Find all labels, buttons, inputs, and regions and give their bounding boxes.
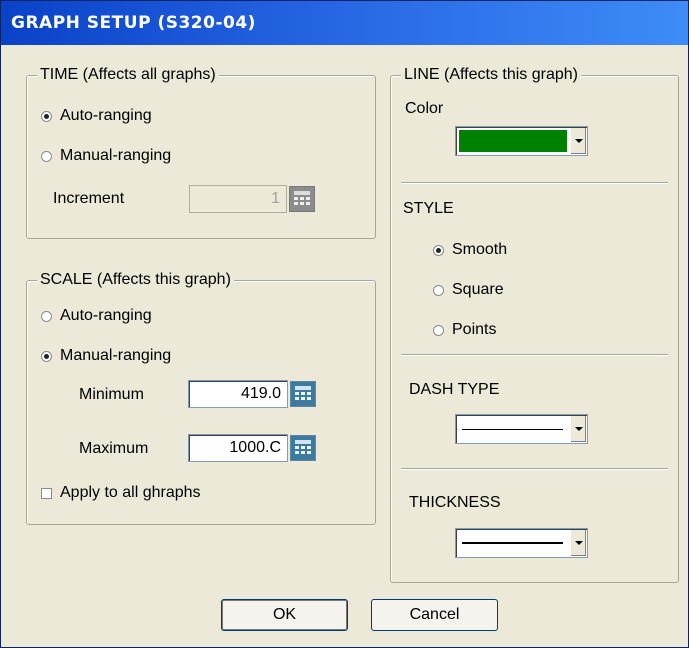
radio-button[interactable] [41, 310, 52, 322]
color-dropdown[interactable] [455, 126, 588, 156]
style-points-radio[interactable]: Points [433, 321, 496, 339]
title-bar[interactable]: GRAPH SETUP (S320-04) [1, 1, 688, 45]
time-auto-radio[interactable]: Auto-ranging [41, 107, 152, 125]
divider [401, 354, 668, 356]
line-group: LINE (Affects this graph) Color STYLE Sm… [390, 66, 679, 583]
time-manual-radio[interactable]: Manual-ranging [41, 147, 171, 165]
ok-button[interactable]: OK [221, 599, 348, 631]
calculator-icon [295, 440, 311, 454]
dash-type-dropdown[interactable] [455, 414, 588, 444]
scale-auto-label: Auto-ranging [60, 307, 152, 324]
increment-label: Increment [53, 190, 125, 207]
maximum-label: Maximum [79, 440, 149, 457]
maximum-calculator-button[interactable] [290, 435, 316, 461]
calculator-icon [295, 386, 311, 400]
increment-field[interactable]: 1 [189, 185, 287, 213]
time-auto-label: Auto-ranging [60, 107, 152, 124]
style-smooth-radio[interactable]: Smooth [433, 241, 507, 259]
style-points-label: Points [452, 321, 497, 338]
divider [401, 182, 668, 184]
apply-all-checkbox[interactable]: Apply to all ghraphs [41, 484, 201, 502]
radio-button[interactable] [41, 150, 52, 162]
style-square-label: Square [452, 281, 504, 298]
cancel-button[interactable]: Cancel [371, 599, 498, 631]
minimum-label: Minimum [79, 386, 144, 403]
checkbox[interactable] [41, 487, 52, 499]
thickness-sample [462, 542, 563, 544]
radio-button[interactable] [41, 110, 52, 122]
scale-manual-radio[interactable]: Manual-ranging [41, 347, 171, 365]
window-title: GRAPH SETUP (S320-04) [11, 13, 256, 33]
thickness-dropdown[interactable] [455, 528, 588, 558]
style-square-radio[interactable]: Square [433, 281, 504, 299]
dash-sample [462, 429, 563, 430]
time-manual-label: Manual-ranging [60, 147, 172, 164]
time-group-legend: TIME (Affects all graphs) [37, 66, 219, 84]
radio-button[interactable] [433, 324, 444, 336]
chevron-down-icon[interactable] [570, 416, 586, 442]
increment-calculator-button[interactable] [289, 186, 315, 212]
color-label: Color [405, 100, 444, 117]
scale-group: SCALE (Affects this graph) Auto-ranging … [26, 271, 376, 525]
chevron-down-icon[interactable] [570, 530, 586, 556]
line-group-legend: LINE (Affects this graph) [401, 66, 581, 84]
calculator-icon [294, 191, 310, 205]
time-group: TIME (Affects all graphs) Auto-ranging M… [26, 66, 376, 239]
radio-button[interactable] [41, 350, 52, 362]
minimum-calculator-button[interactable] [290, 381, 316, 407]
style-label: STYLE [403, 200, 454, 217]
scale-group-legend: SCALE (Affects this graph) [37, 271, 234, 289]
thickness-label: THICKNESS [409, 494, 501, 511]
scale-auto-radio[interactable]: Auto-ranging [41, 307, 152, 325]
scale-manual-label: Manual-ranging [60, 347, 172, 364]
color-swatch [459, 130, 567, 152]
radio-button[interactable] [433, 244, 444, 256]
dash-type-label: DASH TYPE [409, 381, 500, 398]
style-smooth-label: Smooth [452, 241, 508, 258]
divider [401, 468, 668, 470]
graph-setup-dialog: GRAPH SETUP (S320-04) TIME (Affects all … [0, 0, 689, 648]
chevron-down-icon[interactable] [570, 128, 586, 154]
maximum-field[interactable]: 1000.C [188, 434, 288, 462]
radio-button[interactable] [433, 284, 444, 296]
apply-all-label: Apply to all ghraphs [60, 484, 201, 501]
minimum-field[interactable]: 419.0 [188, 380, 288, 408]
